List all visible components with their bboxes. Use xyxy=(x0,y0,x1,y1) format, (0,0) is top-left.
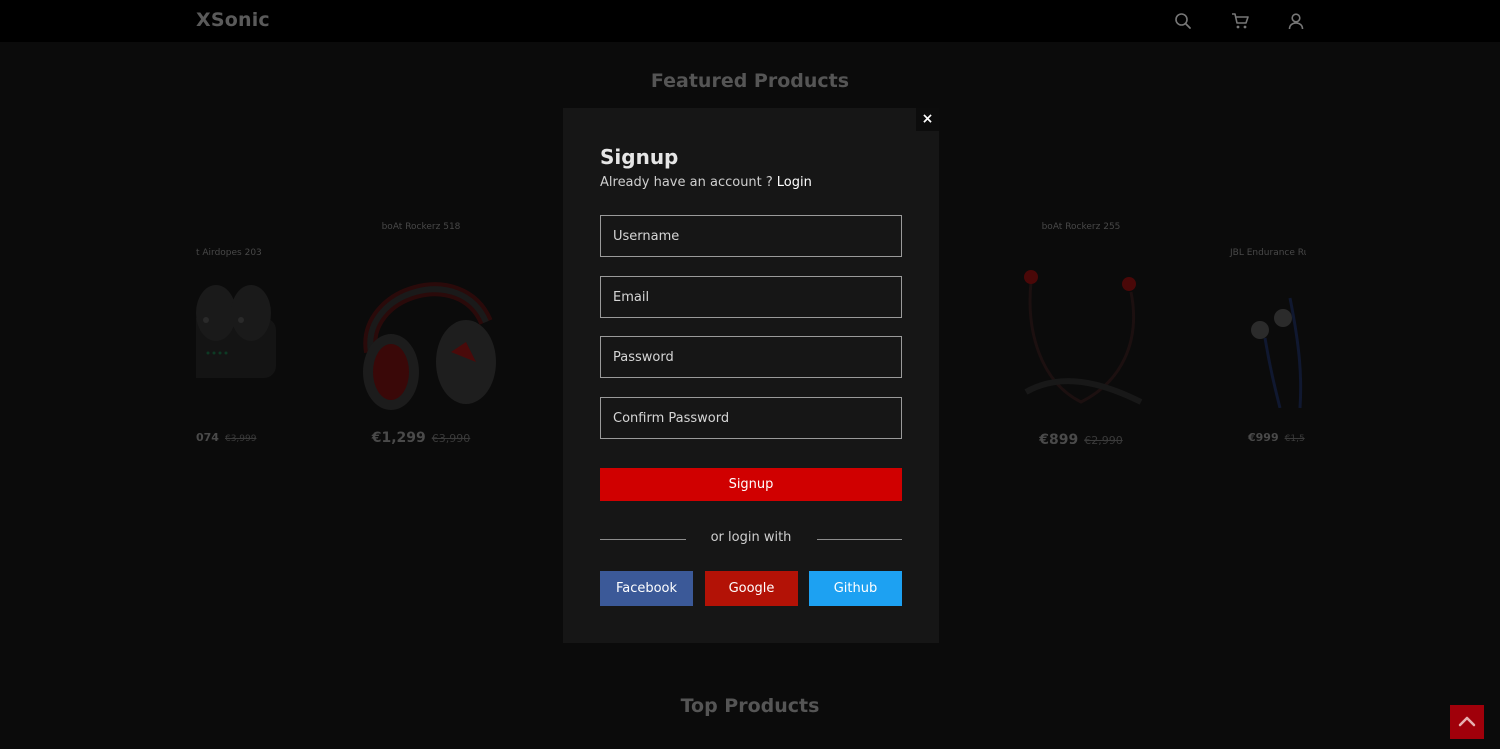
earbuds-image xyxy=(196,285,276,378)
neckband-earphones-image xyxy=(1024,270,1143,405)
product-card[interactable]: boAt Rockerz 518 €1,299 €3,990 xyxy=(341,222,501,446)
product-price: €899 xyxy=(1039,432,1079,448)
signup-button[interactable]: Signup xyxy=(600,468,902,501)
confirm-password-input[interactable] xyxy=(600,397,902,439)
search-icon[interactable] xyxy=(1174,12,1192,30)
modal-title: Signup xyxy=(600,145,679,169)
product-old-price: €3,990 xyxy=(431,432,471,445)
product-price: 074 xyxy=(196,431,219,444)
google-login-button[interactable]: Google xyxy=(705,571,798,606)
product-name: JBL Endurance Run xyxy=(1230,248,1306,258)
or-login-with-text: or login with xyxy=(710,530,792,545)
divider-right xyxy=(817,539,902,540)
facebook-login-button[interactable]: Facebook xyxy=(600,571,693,606)
login-link[interactable]: Login xyxy=(777,175,812,190)
product-old-price: €3,999 xyxy=(224,434,257,444)
have-account-text: Already have an account ? Login xyxy=(600,175,812,190)
product-old-price: €2,990 xyxy=(1084,434,1123,447)
product-name: boAt Rockerz 255 xyxy=(1041,222,1121,232)
have-account-label: Already have an account ? xyxy=(600,175,773,190)
top-products-title: Top Products xyxy=(680,695,820,717)
product-card[interactable]: t Airdopes 203 074 €3,999 xyxy=(196,248,276,444)
cart-icon[interactable] xyxy=(1231,12,1249,30)
logo[interactable]: XSonic xyxy=(196,9,270,31)
chevron-up-icon xyxy=(1458,716,1476,727)
product-card[interactable]: JBL Endurance Run €999 €1,5 xyxy=(1230,248,1306,444)
product-name: boAt Rockerz 518 xyxy=(381,222,461,232)
product-card[interactable]: boAt Rockerz 255 €899 €2,990 xyxy=(1001,222,1161,448)
product-price: €1,299 xyxy=(371,430,426,446)
scroll-to-top-button[interactable] xyxy=(1450,705,1484,739)
top-navbar: XSonic xyxy=(0,0,1500,42)
close-modal-button[interactable]: × xyxy=(916,108,939,131)
sport-earphones-image xyxy=(1251,297,1303,408)
featured-products-title: Featured Products xyxy=(650,70,850,92)
password-input[interactable] xyxy=(600,336,902,378)
product-old-price: €1,5 xyxy=(1284,434,1305,444)
product-name: t Airdopes 203 xyxy=(196,248,262,258)
headphones-image xyxy=(363,282,496,410)
product-price: €999 xyxy=(1248,431,1279,444)
user-icon[interactable] xyxy=(1287,12,1305,30)
username-input[interactable] xyxy=(600,215,902,257)
github-login-button[interactable]: Github xyxy=(809,571,902,606)
email-input[interactable] xyxy=(600,276,902,318)
